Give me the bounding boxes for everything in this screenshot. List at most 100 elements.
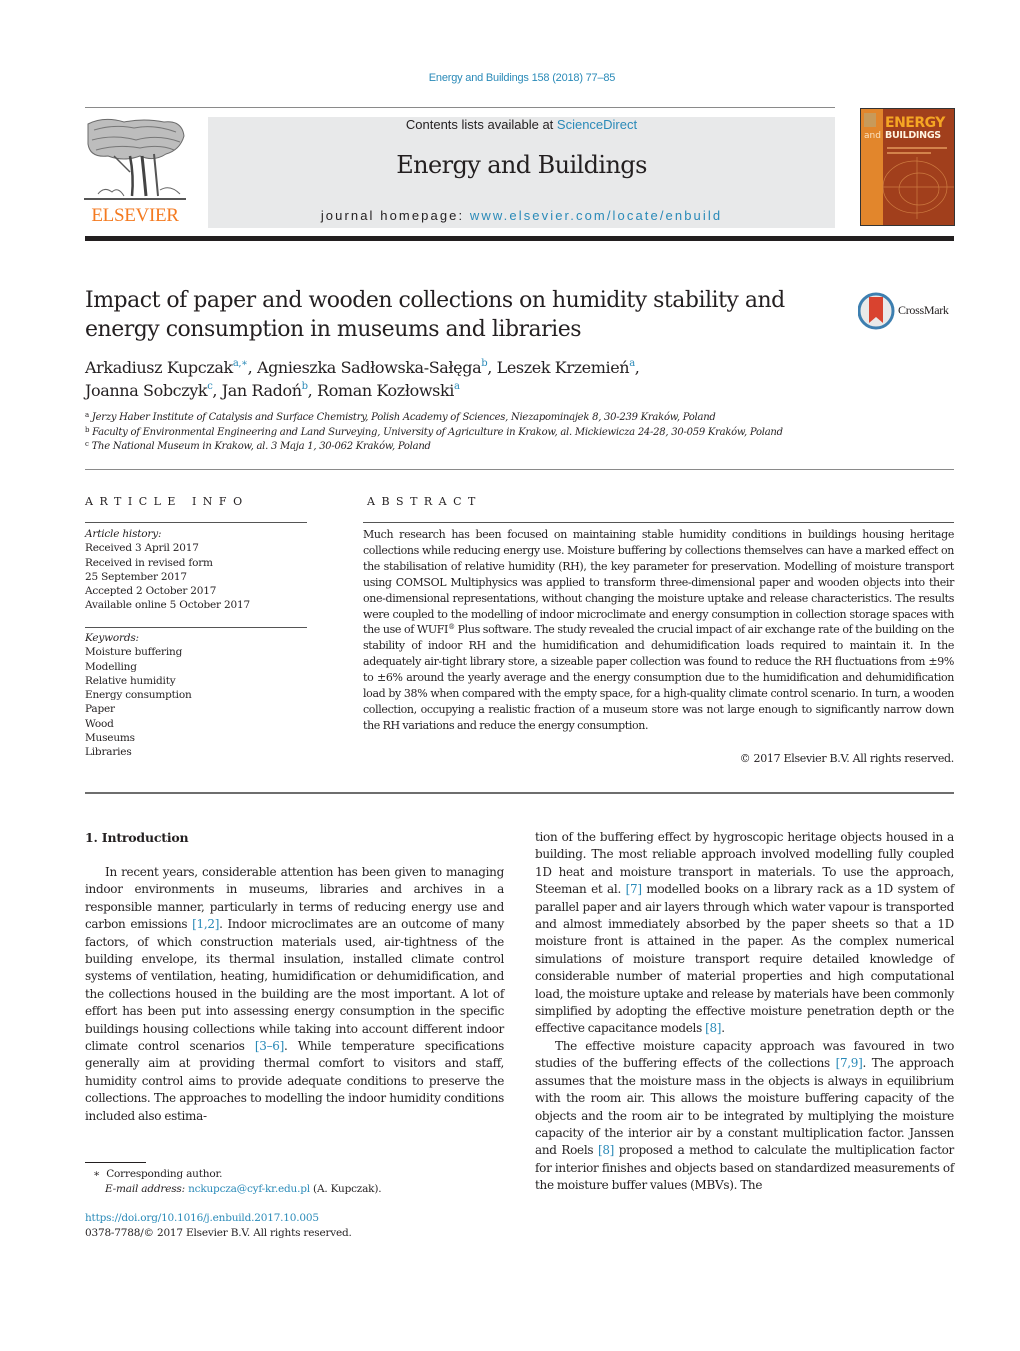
author-name: Arkadiusz Kupczak [85,358,233,377]
issn-rights: 0378-7788/© 2017 Elsevier B.V. All right… [85,1226,352,1239]
contents-availability: Contents lists available at ScienceDirec… [208,117,835,132]
corresponding-author-note: ∗ Corresponding author. [93,1167,503,1182]
affiliation-key: a [85,411,89,419]
keyword: Moisture buffering [85,646,183,659]
keyword: Relative humidity [85,674,176,687]
doi-block: https://doi.org/10.1016/j.enbuild.2017.1… [85,1211,505,1240]
contents-prefix: Contents lists available at [405,117,557,132]
author-list: Arkadiusz Kupczaka,∗, Agnieszka Sadłowsk… [85,356,905,402]
divider [363,522,954,523]
article-title: Impact of paper and wooden collections o… [85,288,785,342]
body-text: . Indoor microclimates are an outcome of… [85,917,504,1054]
separator: , [247,358,257,377]
email-link[interactable]: nckupcza@cyf-kr.edu.pl [188,1183,310,1195]
body-column-left: In recent years, considerable attention … [85,864,504,1125]
affiliation-text: Faculty of Environmental Engineering and… [92,426,783,438]
body-text: modelled books on a library rack as a 1D… [535,882,954,1036]
journal-homepage: journal homepage: www.elsevier.com/locat… [208,208,835,223]
author-affiliation-marker[interactable]: a [454,381,460,392]
history-item: Received in revised form [85,556,213,569]
footnote: ∗ Corresponding author. E-mail address: … [93,1167,503,1196]
affiliation: c The National Museum in Krakow, al. 3 M… [85,440,955,455]
header-thick-rule [85,236,954,241]
author[interactable]: Joanna Sobczykc, [85,381,222,400]
citation-link[interactable]: [7,9] [836,1056,863,1070]
author[interactable]: Arkadiusz Kupczaka,∗, [85,358,257,377]
elsevier-wordmark: ELSEVIER [91,205,179,226]
author-affiliation-marker[interactable]: a,∗ [233,358,248,369]
affiliation-list: a Jerzy Haber Institute of Catalysis and… [85,411,955,455]
author-name: Roman Kozłowski [317,381,454,400]
keyword: Wood [85,717,114,730]
cover-title-energy: ENERGY [885,115,945,131]
citation-link[interactable]: [1,2] [192,917,219,931]
crossmark-icon [858,292,895,330]
author[interactable]: Agnieszka Sadłowska-Sałęgab, [257,358,497,377]
abstract-heading: ABSTRACT [367,495,482,508]
journal-banner: Contents lists available at ScienceDirec… [208,117,835,228]
paragraph: tion of the buffering effect by hygrosco… [535,829,954,1038]
homepage-link[interactable]: www.elsevier.com/locate/enbuild [470,208,722,223]
body-text: . [721,1021,725,1036]
history-item: 25 September 2017 [85,570,187,583]
author-name: Leszek Krzemień [496,358,630,377]
author-name: Agnieszka Sadłowska-Sałęga [256,358,482,377]
crossmark-label: CrossMark [898,303,949,317]
registered-mark: ® [448,623,455,632]
citation-link[interactable]: [7] [626,882,642,896]
crossmark-button[interactable]: CrossMark [858,291,958,331]
affiliation-text: Jerzy Haber Institute of Catalysis and S… [91,412,716,423]
author[interactable]: Jan Radońb, [222,381,317,400]
history-item: Available online 5 October 2017 [85,599,250,612]
email-label: E-mail address: [105,1182,189,1195]
author-name: Joanna Sobczyk [85,381,208,400]
corresponding-author-label: Corresponding author. [106,1168,223,1180]
abstract-copyright: © 2017 Elsevier B.V. All rights reserved… [739,752,955,765]
citation-link[interactable]: [8] [705,1021,721,1035]
abstract-text: Much research has been focused on mainta… [363,527,954,734]
divider [85,469,954,470]
affiliation-text: The National Museum in Krakow, al. 3 Maj… [91,441,431,452]
affiliation: a Jerzy Haber Institute of Catalysis and… [85,411,955,426]
affiliation: b Faculty of Environmental Engineering a… [85,426,955,441]
article-history: Article history: Received 3 April 2017 R… [85,527,307,613]
sciencedirect-link[interactable]: ScienceDirect [557,117,637,132]
keyword: Museums [85,732,135,745]
header-divider [85,107,835,108]
divider [85,792,954,794]
journal-cover-image[interactable]: ENERGY and BUILDINGS [860,108,955,226]
journal-citation-link[interactable]: Energy and Buildings 158 (2018) 77–85 [0,72,1020,84]
keyword: Libraries [85,746,132,759]
section-heading: 1. Introduction [85,830,189,845]
keywords: Keywords: Moisture buffering Modelling R… [85,631,307,760]
author[interactable]: Leszek Krzemieńa, [497,358,640,377]
author[interactable]: Roman Kozłowskia [317,381,460,400]
footnote-divider [85,1162,146,1163]
affiliation-key: b [85,425,90,434]
author-name: Jan Radoń [221,381,302,400]
cover-title-buildings: BUILDINGS [885,130,941,141]
history-item: Accepted 2 October 2017 [85,585,217,598]
keyword: Energy consumption [85,689,192,702]
affiliation-key: c [85,440,89,448]
doi-link[interactable]: https://doi.org/10.1016/j.enbuild.2017.1… [85,1211,505,1226]
keyword: Modelling [85,660,137,673]
email-note: E-mail address: nckupcza@cyf-kr.edu.pl (… [93,1182,503,1197]
homepage-prefix: journal homepage: [320,208,470,223]
abstract-body: Much research has been focused on mainta… [363,528,954,637]
article-info-heading: ARTICLE INFO [85,495,249,508]
body-column-right: tion of the buffering effect by hygrosco… [535,829,954,1195]
journal-name: Energy and Buildings [396,151,647,179]
divider [85,522,307,523]
history-item: Received 3 April 2017 [85,542,199,555]
separator: , [487,358,497,377]
abstract-body: Plus software. The study revealed the cr… [363,623,954,732]
citation-link[interactable]: [8] [598,1143,614,1157]
footnote-marker: ∗ [93,1168,100,1180]
divider [85,627,307,628]
separator: , [634,358,640,377]
cover-title-and: and [864,131,881,141]
paragraph: The effective moisture capacity approach… [535,1038,954,1195]
keyword: Paper [85,703,115,716]
citation-link[interactable]: [3–6] [255,1039,284,1053]
